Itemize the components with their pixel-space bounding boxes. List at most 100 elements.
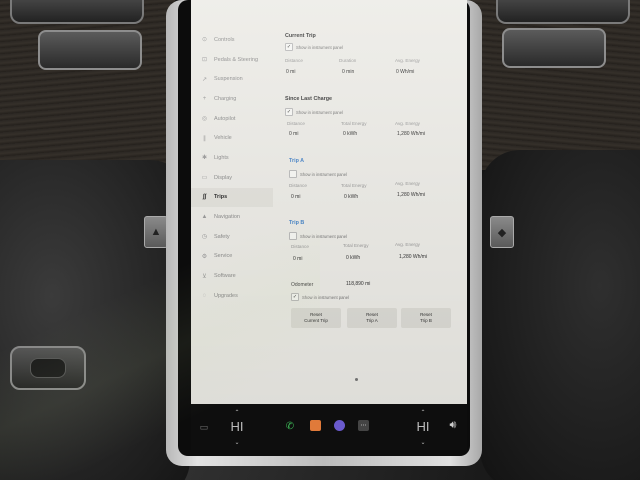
trip-b-energy-label: Total Energy xyxy=(343,243,369,248)
checkbox-label: Show in instrument panel xyxy=(300,233,348,239)
sidebar-item-lights[interactable]: ✱ Lights xyxy=(191,148,273,168)
reset-trip-a-button[interactable]: Reset Trip A xyxy=(347,308,397,328)
trips-icon: ∫∫ xyxy=(202,194,207,201)
trip-a-distance-label: Distance xyxy=(289,183,307,188)
driver-temp-value[interactable]: HI xyxy=(227,416,247,436)
sidebar-item-upgrades[interactable]: ◌ Upgrades xyxy=(191,286,273,306)
since-last-charge-title: Since Last Charge xyxy=(285,96,333,102)
software-icon: ⊻ xyxy=(202,273,207,280)
car-icon: ⊡ xyxy=(201,57,208,64)
current-trip-avg-value: 0 Wh/mi xyxy=(396,69,415,75)
air-vent-upper-right xyxy=(496,0,630,24)
volume-icon[interactable]: 🔊︎ xyxy=(445,418,461,432)
temp-up-right-icon[interactable]: ⌃ xyxy=(418,408,428,416)
glovebox-button-icon[interactable]: ◆ xyxy=(490,216,514,248)
sidebar-item-pedals-steering[interactable]: ⊡ Pedals & Steering xyxy=(191,50,273,70)
sidebar-item-label: Service xyxy=(214,253,233,260)
trip-b-title: Trip B xyxy=(289,220,305,226)
sidebar-item-vehicle[interactable]: ∥ Vehicle xyxy=(191,128,273,148)
current-trip-distance-label: Distance xyxy=(285,58,303,63)
upgrades-icon: ◌ xyxy=(202,292,207,299)
settings-sidebar: ⊙ Controls ⊡ Pedals & Steering ↗ Suspension + C… xyxy=(191,30,273,306)
current-trip-show-checkbox[interactable]: ✓ Show in instrument panel xyxy=(285,43,343,51)
button-label: Reset Trip B xyxy=(420,312,432,323)
temp-down-left-icon[interactable]: ⌄ xyxy=(232,438,242,446)
seat-left xyxy=(0,160,190,480)
sidebar-item-label: Navigation xyxy=(214,214,240,221)
car-dashboard: ▲ ◆ ⊙ Controls ⊡ Pedals & Steering ↗ Suspensi… xyxy=(0,0,640,480)
checkbox-label: Show in instrument panel xyxy=(300,171,348,177)
checkbox-label: Show in instrument panel xyxy=(296,44,344,50)
touchscreen: ⊙ Controls ⊡ Pedals & Steering ↗ Suspension + C… xyxy=(191,0,467,404)
sidebar-item-label: Upgrades xyxy=(214,292,238,299)
trip-a-avg-value: 1,280 Wh/mi xyxy=(397,192,426,198)
bolt-icon: + xyxy=(202,95,207,102)
air-vent-left xyxy=(38,30,142,70)
passenger-temp-value[interactable]: HI xyxy=(413,416,433,436)
button-label: Reset Trip A xyxy=(366,312,378,323)
phone-icon[interactable]: ✆ xyxy=(284,419,296,433)
trip-a-title: Trip A xyxy=(289,158,305,164)
sidebar-item-service[interactable]: ⚙ Service xyxy=(191,247,273,267)
trip-a-energy-value: 0 kWh xyxy=(344,194,359,200)
car-icon[interactable]: ▭ xyxy=(197,422,211,432)
sidebar-item-controls[interactable]: ⊙ Controls xyxy=(191,30,273,50)
sidebar-item-trips[interactable]: ∫∫ Trips xyxy=(191,187,273,208)
checkbox-icon: ✓ xyxy=(291,293,299,301)
current-trip-distance-value: 0 mi xyxy=(286,69,296,75)
slc-distance-label: Distance xyxy=(287,121,305,126)
trip-a-show-checkbox[interactable]: Show in instrument panel xyxy=(289,170,347,178)
trip-b-distance-label: Distance xyxy=(291,244,309,249)
sidebar-item-label: Charging xyxy=(214,95,237,102)
sidebar-item-label: Display xyxy=(214,174,233,181)
hazard-button-icon[interactable]: ▲ xyxy=(144,216,168,248)
slc-distance-value: 0 mi xyxy=(289,131,299,137)
sidebar-item-navigation[interactable]: ▲ Navigation xyxy=(191,207,273,227)
sidebar-item-label: Software xyxy=(214,273,236,280)
steering-wheel-icon: ◎ xyxy=(201,116,208,123)
apps-icon[interactable]: ⋯ xyxy=(358,420,369,431)
trip-b-energy-value: 0 kWh xyxy=(346,255,361,261)
sidebar-item-label: Lights xyxy=(214,154,229,161)
odometer-value: 118,890 mi xyxy=(346,281,371,287)
sidebar-item-autopilot[interactable]: ◎ Autopilot xyxy=(191,109,273,129)
temp-up-left-icon[interactable]: ⌃ xyxy=(232,408,242,416)
button-label: Reset Current Trip xyxy=(304,312,328,323)
sidebar-item-charging[interactable]: + Charging xyxy=(191,89,273,109)
phone-glyph: ✆ xyxy=(285,420,295,432)
checkbox-icon xyxy=(289,232,297,240)
sidebar-item-display[interactable]: ▭ Display xyxy=(191,168,273,188)
checkbox-icon: ✓ xyxy=(285,108,293,116)
sidebar-item-safety[interactable]: ◷ Safety xyxy=(191,227,273,247)
sidebar-item-suspension[interactable]: ↗ Suspension xyxy=(191,69,273,89)
current-trip-duration-value: 0 min xyxy=(342,69,355,75)
since-last-charge-show-checkbox[interactable]: ✓ Show in instrument panel xyxy=(285,108,343,116)
sidebar-item-label: Autopilot xyxy=(214,115,236,122)
camera-icon[interactable] xyxy=(334,420,345,431)
checkbox-label: Show in instrument panel xyxy=(296,109,344,115)
service-icon: ⚙ xyxy=(201,253,208,260)
slc-energy-value: 0 kWh xyxy=(343,131,358,137)
bottom-control-bar: ▭ ⌃ HI ⌄ ✆ ⋯ ⌃ HI ⌄ 🔊︎ xyxy=(191,404,467,450)
reset-current-trip-button[interactable]: Reset Current Trip xyxy=(291,308,341,328)
trip-a-energy-label: Total Energy xyxy=(341,183,367,188)
slc-avg-label: Avg. Energy xyxy=(395,121,420,126)
current-trip-duration-label: Duration xyxy=(339,58,357,63)
reset-trip-b-button[interactable]: Reset Trip B xyxy=(401,308,451,328)
media-icon[interactable] xyxy=(310,420,321,431)
odometer-label: Odometer xyxy=(291,282,314,288)
sidebar-item-software[interactable]: ⊻ Software xyxy=(191,266,273,286)
sidebar-item-label: Vehicle xyxy=(214,135,232,142)
temp-down-right-icon[interactable]: ⌄ xyxy=(418,438,428,446)
trip-b-show-checkbox[interactable]: Show in instrument panel xyxy=(289,232,347,240)
vehicle-icon: ∥ xyxy=(203,135,206,142)
air-vent-right xyxy=(502,28,606,68)
slc-avg-value: 1,280 Wh/mi xyxy=(397,131,426,137)
current-trip-title: Current Trip xyxy=(285,33,316,39)
trip-b-avg-value: 1,280 Wh/mi xyxy=(399,254,428,260)
trip-b-avg-label: Avg. Energy xyxy=(395,242,420,247)
slc-energy-label: Total Energy xyxy=(341,121,367,126)
trip-a-distance-value: 0 mi xyxy=(291,194,301,200)
seat-right xyxy=(480,150,640,480)
odometer-show-checkbox[interactable]: ✓ Show in instrument panel xyxy=(291,293,349,301)
